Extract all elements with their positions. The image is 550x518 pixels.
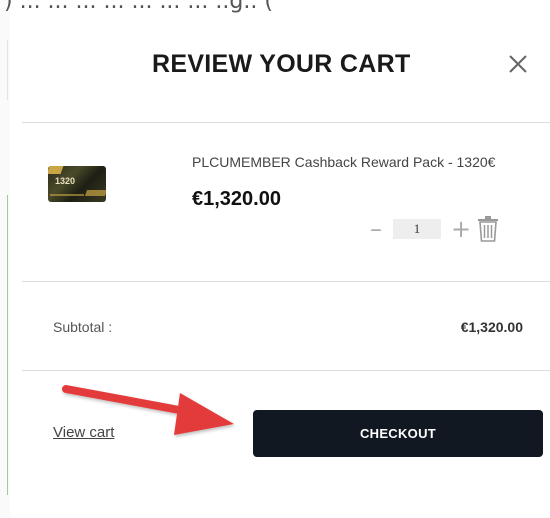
decrease-quantity-button[interactable]: – bbox=[370, 217, 382, 241]
cart-drawer: REVIEW YOUR CART 1320 PLCUMEMBER Cashbac… bbox=[22, 0, 550, 518]
quantity-input[interactable] bbox=[393, 219, 441, 239]
trash-icon bbox=[478, 216, 499, 242]
header-divider bbox=[22, 122, 550, 123]
remove-item-button[interactable] bbox=[477, 216, 499, 242]
thumbnail-decoration bbox=[48, 166, 64, 174]
subtotal-value: €1,320.00 bbox=[460, 319, 523, 335]
item-divider bbox=[22, 281, 550, 282]
page: ) ... ... ... ... ... ... ... ..g.. ( RE… bbox=[0, 0, 550, 518]
thumbnail-label: 1320 bbox=[55, 176, 76, 186]
quantity-stepper: – + bbox=[370, 214, 499, 244]
thumbnail-decoration bbox=[84, 190, 106, 196]
view-cart-link[interactable]: View cart bbox=[53, 424, 114, 441]
summary-divider bbox=[22, 370, 550, 371]
increase-quantity-button[interactable]: + bbox=[451, 217, 471, 241]
background-strip bbox=[0, 0, 10, 518]
cart-title: REVIEW YOUR CART bbox=[152, 50, 411, 78]
close-icon bbox=[509, 55, 527, 73]
background-accent-line bbox=[7, 195, 8, 495]
background-divider bbox=[7, 40, 8, 100]
product-price: €1,320.00 bbox=[192, 188, 281, 210]
subtotal-label: Subtotal : bbox=[53, 319, 113, 335]
close-button[interactable] bbox=[506, 52, 530, 76]
thumbnail-decoration bbox=[50, 194, 84, 196]
product-name[interactable]: PLCUMEMBER Cashback Reward Pack - 1320€ bbox=[192, 155, 502, 170]
checkout-button[interactable]: CHECKOUT bbox=[253, 410, 543, 457]
product-thumbnail[interactable]: 1320 bbox=[48, 166, 106, 202]
